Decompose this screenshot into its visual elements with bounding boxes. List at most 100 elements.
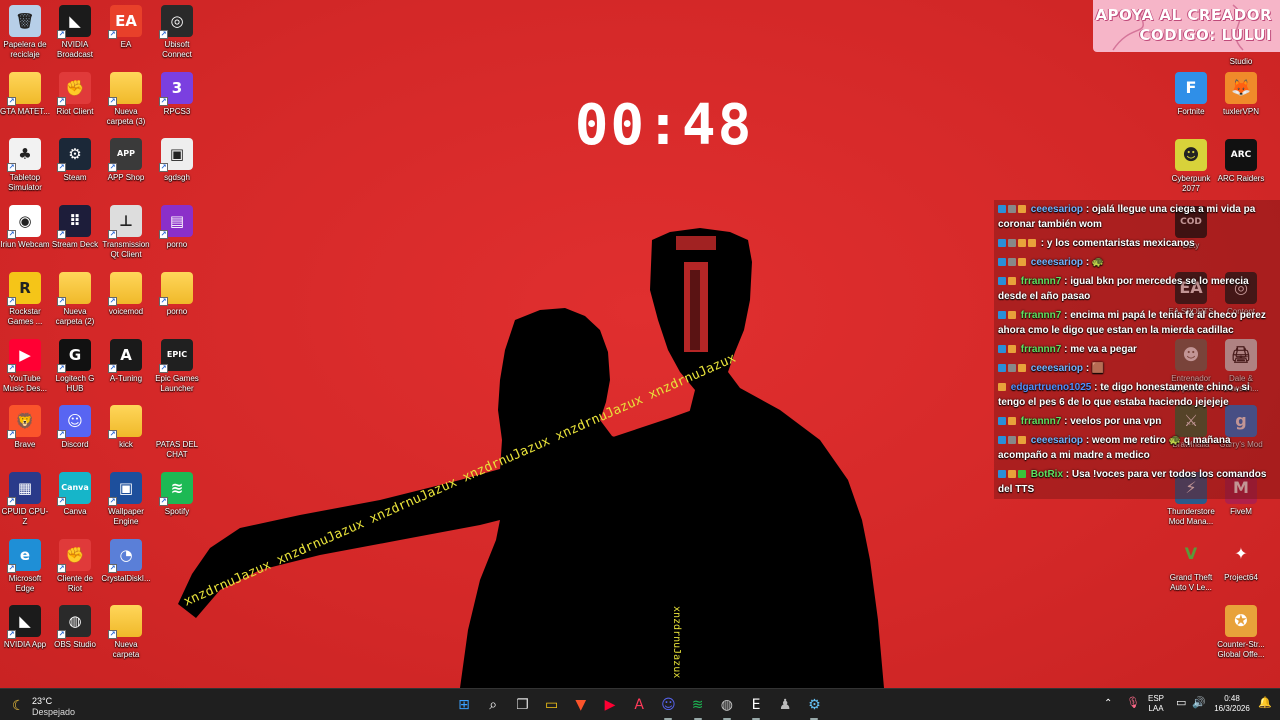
desktop-icon[interactable]: ↗ Nueva carpeta (3): [101, 71, 151, 127]
logitech-icon: G ↗: [57, 338, 91, 373]
desktop-icon[interactable]: ▦ ↗ CPUID CPU-Z: [0, 471, 50, 527]
taskbar-explorer[interactable]: ▭: [540, 693, 564, 717]
task-view-button[interactable]: ❐: [510, 693, 534, 717]
language-top: ESP: [1147, 694, 1164, 703]
desktop-icon-label: Nueva carpeta: [112, 640, 140, 660]
desktop-icon[interactable]: ↗ voicemod: [101, 271, 151, 317]
desktop-icon[interactable]: ♣ ↗ Tabletop Simulator: [0, 138, 50, 193]
desktop-icon[interactable]: ✊ ↗ Riot Client: [50, 71, 100, 117]
chat-badge-icon: [1008, 239, 1016, 247]
chat-message: frrannn7 : veelos por una vpn: [994, 412, 1280, 431]
taskbar-steam[interactable]: ⚙: [802, 693, 826, 720]
desktop-icon[interactable]: e ↗ Microsoft Edge: [0, 538, 50, 594]
desktop-icon-label: Fortnite: [1177, 107, 1205, 116]
desktop-icon[interactable]: APP ↗ APP Shop: [101, 138, 151, 183]
moon-weather-icon: ☾: [12, 697, 25, 713]
banner-line-1: APOYA AL CREADOR: [1095, 6, 1272, 24]
desktop-icon[interactable]: G ↗ Logitech G HUB: [50, 338, 100, 394]
desktop-icon[interactable]: ◉ ↗ Iriun Webcam: [0, 205, 50, 250]
volume-icon[interactable]: 🔊: [1192, 698, 1206, 709]
taskbar-app[interactable]: ♟: [773, 693, 797, 717]
desktop-icon-label: NVIDIA App: [3, 640, 47, 650]
language-indicator[interactable]: ESP LAA: [1146, 694, 1166, 714]
desktop-icon[interactable]: ☺ ↗ Discord: [50, 405, 100, 450]
desktop-icon[interactable]: EA ↗ EA: [101, 5, 151, 50]
clock[interactable]: 0:48 16/3/2026: [1212, 694, 1252, 714]
desktop-icon[interactable]: ▣ ↗ Wallpaper Engine: [101, 471, 151, 527]
desktop-icon[interactable]: ≋ ↗ Spotify: [152, 471, 202, 517]
desktop-icon[interactable]: EPIC ↗ Epic Games Launcher: [152, 338, 202, 394]
desktop-icon[interactable]: PATAS DEL CHAT: [152, 405, 202, 460]
chat-badge-icon: [1008, 436, 1016, 444]
desktop-icon[interactable]: 🦊 tuxlerVPN: [1216, 72, 1266, 117]
shortcut-arrow-icon: ↗: [57, 230, 66, 240]
desktop-icon[interactable]: ↗ Nueva carpeta: [101, 605, 151, 660]
desktop-icon[interactable]: ↗ kick: [101, 405, 151, 450]
search-button[interactable]: ⌕: [481, 693, 505, 717]
taskbar-youtube-music[interactable]: ▶: [598, 693, 622, 717]
chat-message: frrannn7 : encima mi papá le tenía fé al…: [994, 306, 1280, 340]
desktop-icon[interactable]: A ↗ A-Tuning: [101, 338, 151, 384]
discord-icon: ☺: [661, 697, 676, 713]
rpcs3-icon: 3 ↗: [159, 71, 193, 106]
desktop-icon[interactable]: Canva ↗ Canva: [50, 471, 100, 517]
taskbar-epic[interactable]: E: [744, 693, 768, 720]
chat-badge-icon: [1028, 239, 1036, 247]
desktop-icon[interactable]: ▤ ↗ porno: [152, 205, 202, 250]
chat-badge-icon: [1008, 470, 1016, 478]
chat-badge-icon: [998, 345, 1006, 353]
desktop-icon[interactable]: ↗ Nueva carpeta (2): [50, 271, 100, 327]
desktop-icon[interactable]: R ↗ Rockstar Games ...: [0, 271, 50, 327]
start-button[interactable]: ⊞: [452, 693, 476, 717]
shortcut-arrow-icon: ↗: [159, 163, 168, 173]
desktop-icon[interactable]: ↗ porno: [152, 271, 202, 317]
tray-overflow-chevron-icon[interactable]: ⌃: [1104, 699, 1112, 709]
fortnite-icon: F: [1175, 72, 1207, 104]
shortcut-arrow-icon: ↗: [7, 296, 16, 306]
desktop-icon[interactable]: 🗑 Papelera de reciclaje: [0, 5, 50, 60]
desktop-icon[interactable]: ⊥ ↗ Transmission Qt Client: [101, 205, 151, 260]
recycle-bin-icon: 🗑: [9, 5, 41, 37]
desktop-icon[interactable]: ◣ ↗ NVIDIA Broadcast: [50, 5, 100, 60]
desktop-icon[interactable]: 🦁 ↗ Brave: [0, 405, 50, 450]
desktop-icon-label: Transmission Qt Client: [102, 240, 150, 260]
taskbar-spotify[interactable]: ≋: [686, 693, 710, 720]
taskbar: ☾ 23°C Despejado ⊞ ⌕ ❐ ▭ ▼ ▶ A ☺ ≋ ◍ E ♟ ⚙ ⌃ 🎙 ESP L…: [0, 688, 1280, 720]
desktop-icon[interactable]: ◣ ↗ NVIDIA App: [0, 605, 50, 650]
iriun-icon: ◉ ↗: [7, 205, 41, 240]
chat-badge-icon: [1018, 239, 1026, 247]
desktop-icon[interactable]: ⠿ ↗ Stream Deck: [50, 205, 100, 250]
shortcut-arrow-icon: ↗: [57, 630, 66, 640]
desktop-icon-label: Brave: [14, 440, 36, 450]
silhouette-standing-figure: [630, 228, 884, 688]
taskbar-obs[interactable]: ◍: [715, 693, 739, 720]
clock-date: 16/3/2026: [1214, 704, 1250, 713]
desktop-icon[interactable]: ↗ GTA MATET...: [0, 71, 50, 117]
desktop-icon[interactable]: F Fortnite: [1166, 72, 1216, 117]
notification-bell-icon[interactable]: 🔔: [1258, 698, 1272, 709]
desktop-icon-label: kick: [119, 440, 133, 450]
desktop-icon[interactable]: 3 ↗ RPCS3: [152, 71, 202, 117]
desktop-icon[interactable]: V Grand Theft Auto V Le...: [1166, 538, 1216, 593]
desktop-icon[interactable]: ☻ Cyberpunk 2077: [1166, 139, 1216, 194]
desktop-icon[interactable]: ⚙ ↗ Steam: [50, 138, 100, 183]
desktop-icon[interactable]: ✪ Counter-Str... Global Offe...: [1216, 605, 1266, 660]
desktop-icon[interactable]: ◍ ↗ OBS Studio: [50, 605, 100, 650]
network-icon[interactable]: ▭: [1176, 698, 1186, 709]
desktop-icon[interactable]: ▣ ↗ sgdsgh: [152, 138, 202, 183]
desktop-icon[interactable]: ◎ ↗ Ubisoft Connect: [152, 5, 202, 60]
steam-icon: ⚙ ↗: [57, 138, 91, 173]
desktop-icon[interactable]: ✊ ↗ Cliente de Riot: [50, 538, 100, 594]
weather-widget[interactable]: ☾ 23°C Despejado: [10, 693, 90, 717]
desktop-icon[interactable]: ◔ ↗ CrystalDiskI...: [101, 538, 151, 584]
microphone-icon[interactable]: 🎙: [1126, 698, 1140, 709]
chat-message: frrannn7 : igual bkn por mercedes se lo …: [994, 272, 1280, 306]
desktop-icon[interactable]: ▶ ↗ YouTube Music Des...: [0, 338, 50, 394]
desktop-icon[interactable]: ✦ Project64: [1216, 538, 1266, 583]
taskbar-brave[interactable]: ▼: [569, 693, 593, 717]
taskbar-a-tuning[interactable]: A: [627, 693, 651, 717]
taskbar-discord[interactable]: ☺: [656, 693, 680, 720]
tuxler-icon: 🦊: [1225, 72, 1257, 104]
shortcut-arrow-icon: ↗: [159, 296, 168, 306]
desktop-icon[interactable]: ARC ARC Raiders: [1216, 139, 1266, 184]
